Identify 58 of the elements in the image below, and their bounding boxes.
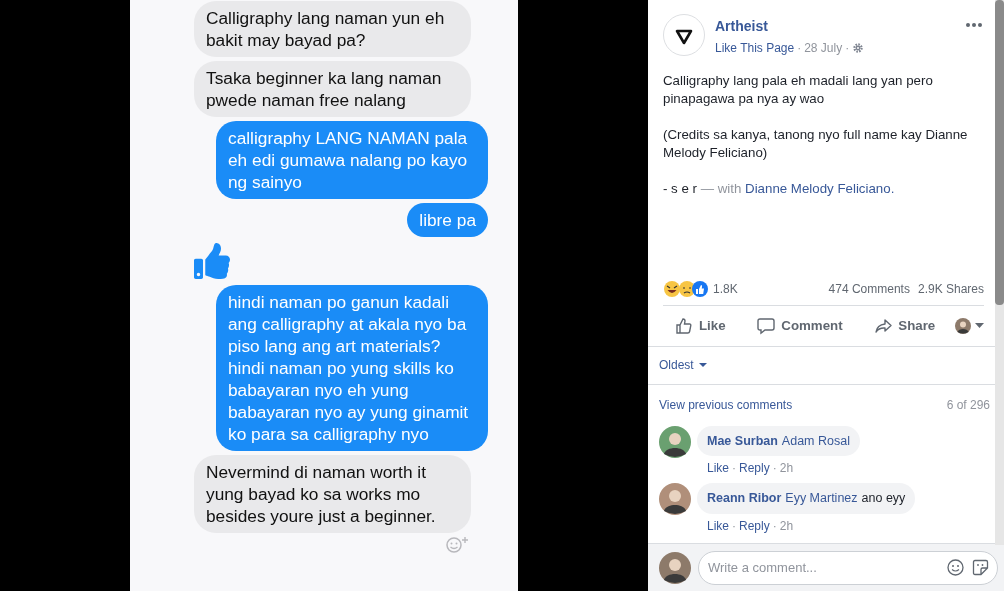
- sent-message: libre pa: [407, 203, 488, 237]
- share-arrow-icon: [874, 316, 893, 335]
- user-avatar: [659, 551, 691, 584]
- mention-link[interactable]: Adam Rosal: [781, 431, 850, 451]
- comment-box[interactable]: Write a comment...: [698, 550, 998, 585]
- thumbs-up-icon: [675, 316, 693, 335]
- sent-message: calligraphy LANG NAMAN pala eh edi gumawa nalang po kayo ng sainyo: [216, 121, 488, 199]
- reply-link[interactable]: Reply: [739, 459, 770, 478]
- comment-time: 2h: [779, 518, 794, 535]
- post-signature: - s e r — with Dianne Melody Feliciano.: [663, 180, 896, 198]
- received-message: Nevermind di naman worth it yung bayad ko sa works mo besides youre just a beginner.: [194, 455, 471, 533]
- received-message: Tsaka beginner ka lang naman pwede naman free nalang: [194, 61, 471, 117]
- page-logo[interactable]: [663, 14, 705, 56]
- separator-dot: ·: [845, 40, 850, 57]
- commenter-name[interactable]: Mae Surban: [707, 431, 778, 451]
- commenter-name[interactable]: Reann Ribor: [707, 489, 782, 508]
- like-page-link[interactable]: Like This Page: [715, 39, 795, 57]
- caret-icon: [698, 363, 707, 367]
- like-link[interactable]: Like: [707, 459, 729, 478]
- sort-dropdown[interactable]: Oldest: [659, 356, 707, 374]
- post-date: 28 July: [804, 40, 843, 57]
- more-options-icon[interactable]: [965, 22, 983, 28]
- view-previous-comments-link[interactable]: View previous comments: [659, 396, 793, 414]
- emoji-reactions-icon[interactable]: [663, 280, 709, 298]
- speech-bubble-icon: [757, 316, 776, 335]
- emoji-icon[interactable]: [947, 559, 964, 576]
- caret-icon: [974, 323, 984, 328]
- comments-count[interactable]: 474 Comments: [828, 280, 910, 298]
- post-text: Calligraphy lang pala eh madali lang yan pero pinapagawa pa nya ay wao: [663, 72, 934, 108]
- comment-time: 2h: [779, 460, 794, 478]
- shares-count[interactable]: 2.9K Shares: [917, 280, 984, 298]
- scrollbar[interactable]: [995, 0, 1004, 545]
- received-message: Calligraphy lang naman yun eh bakit may bayad pa?: [194, 1, 471, 57]
- user-avatar: [954, 317, 971, 334]
- comment-text: ano eyy: [861, 490, 906, 508]
- like-link[interactable]: Like: [707, 517, 729, 535]
- separator-dot: ·: [797, 40, 802, 57]
- share-button[interactable]: Share: [862, 311, 948, 340]
- separator-dot: ·: [732, 460, 736, 478]
- tagged-person-link[interactable]: Dianne Melody Feliciano.: [745, 181, 895, 196]
- sticker-icon[interactable]: [972, 559, 989, 576]
- comments-counter: 6 of 296: [946, 397, 990, 414]
- separator-dot: ·: [732, 518, 736, 535]
- page-name[interactable]: Artheist: [715, 16, 955, 37]
- like-button[interactable]: Like: [663, 311, 738, 340]
- reply-link[interactable]: Reply: [739, 517, 770, 535]
- post-as-selector[interactable]: [954, 317, 984, 334]
- post-text: (Credits sa kanya, tanong nyo full name kay Dianne Melody Feliciano): [663, 126, 969, 162]
- reactions-count[interactable]: 1.8K: [713, 280, 738, 298]
- commenter-avatar: [659, 483, 691, 516]
- separator-dot: ·: [772, 460, 777, 478]
- commenter-avatar: [659, 425, 691, 458]
- mention-link[interactable]: Eyy Martinez: [785, 489, 858, 508]
- separator-dot: ·: [772, 518, 777, 535]
- thumbs-up-icon: [194, 243, 230, 279]
- sent-message: hindi naman po ganun kadali ang calligraphy at akala nyo ba piso lang ang art materials? hindi naman po yung skills ko babayaran nyo eh yung babayaran nyo ay yung ginamit ko para sa calligraphy nyo: [216, 285, 488, 451]
- gear-icon[interactable]: [852, 42, 865, 54]
- comment-button[interactable]: Comment: [745, 311, 855, 340]
